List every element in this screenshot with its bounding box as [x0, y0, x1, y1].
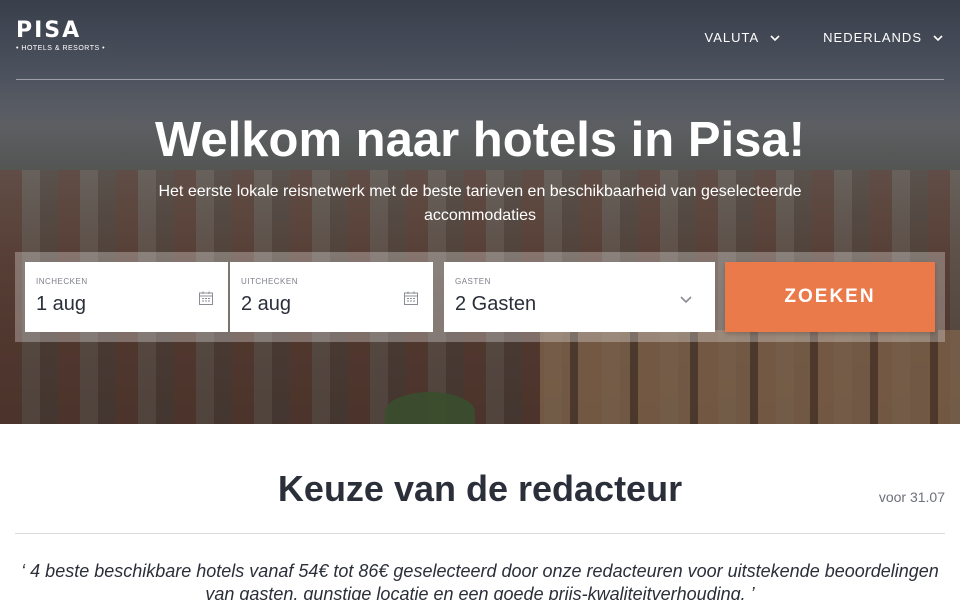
checkin-label: INCHECKEN [36, 277, 88, 286]
language-label: NEDERLANDS [823, 30, 922, 45]
logo-tagline: • HOTELS & RESORTS • [16, 45, 106, 52]
chevron-down-icon [770, 34, 780, 41]
calendar-icon [199, 291, 213, 305]
hero-section: PISA • HOTELS & RESORTS • VALUTA NEDERLA… [0, 0, 960, 424]
language-dropdown[interactable]: NEDERLANDS [823, 30, 944, 45]
hero-title: Welkom naar hotels in Pisa! [155, 113, 805, 167]
checkout-value: 2 aug [241, 293, 292, 315]
logo[interactable]: PISA • HOTELS & RESORTS • [16, 18, 106, 53]
guests-label: GASTEN [455, 277, 491, 286]
section-divider [15, 533, 945, 534]
section-title: Keuze van de redacteur [277, 468, 683, 509]
section-date: voor 31.07 [878, 489, 945, 505]
checkin-value: 1 aug [36, 293, 87, 315]
hero-subtitle: Het eerste lokale reisnetwerk met de bes… [158, 183, 802, 224]
chevron-down-icon [933, 34, 943, 41]
currency-dropdown[interactable]: VALUTA [704, 30, 781, 45]
checkout-label: UITCHECKEN [241, 277, 299, 286]
guests-value: 2 Gasten [455, 293, 537, 315]
search-bar: INCHECKEN 1 aug UITCHECKEN 2 aug GASTEN … [15, 252, 945, 342]
search-button[interactable]: ZOEKEN [725, 262, 935, 332]
calendar-icon [404, 291, 418, 305]
guests-select[interactable]: GASTEN 2 Gasten [444, 262, 715, 332]
editors-quote: ‘ 4 beste beschikbare hotels vanaf 54€ t… [21, 561, 939, 600]
checkin-field[interactable]: INCHECKEN 1 aug [25, 262, 228, 332]
chevron-down-icon [680, 296, 692, 304]
logo-name: PISA [16, 18, 82, 43]
site-header: PISA • HOTELS & RESORTS • VALUTA NEDERLA… [16, 0, 944, 80]
top-nav: VALUTA NEDERLANDS [704, 30, 944, 45]
currency-label: VALUTA [704, 30, 760, 45]
checkout-field[interactable]: UITCHECKEN 2 aug [230, 262, 433, 332]
